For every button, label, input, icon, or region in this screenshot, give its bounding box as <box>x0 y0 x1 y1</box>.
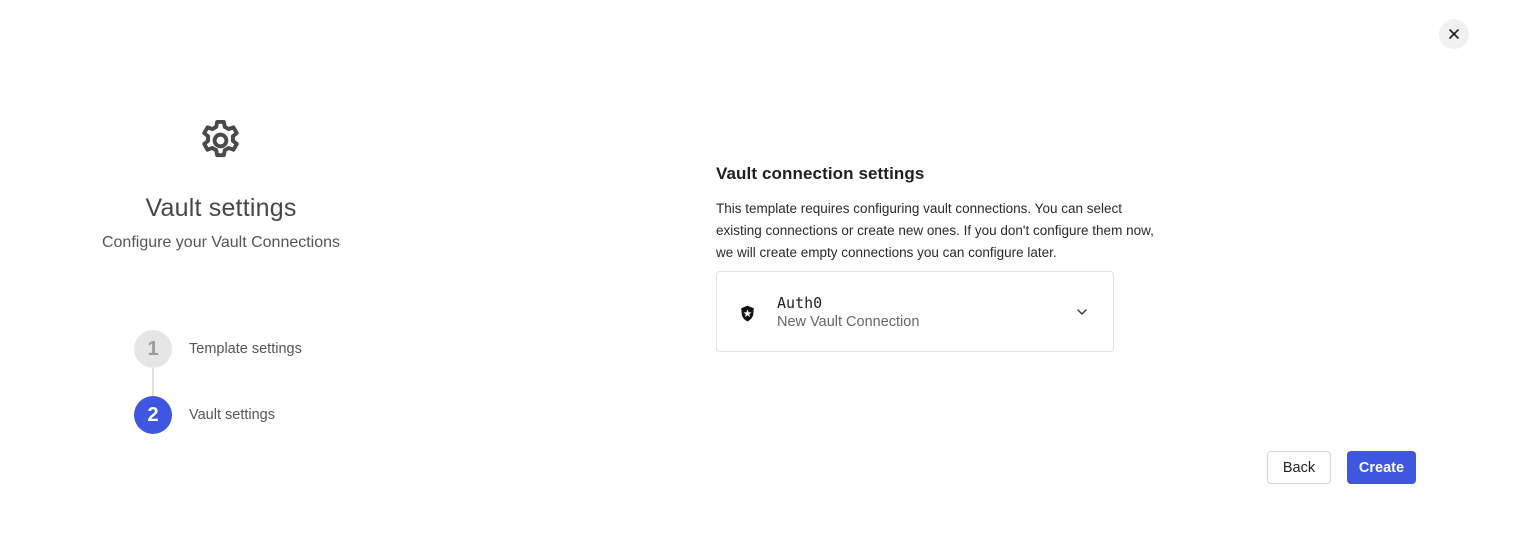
connection-name: Auth0 <box>777 294 823 312</box>
create-from-template-wizard: Vault settings Configure your Vault Conn… <box>0 0 1514 540</box>
connection-status: New Vault Connection <box>777 314 920 330</box>
close-button[interactable] <box>1439 19 1469 49</box>
section-description: This template requires configuring vault… <box>716 201 1154 260</box>
vault-connection-section: Vault connection settings This template … <box>716 162 1156 352</box>
wizard-sidebar: Vault settings Configure your Vault Conn… <box>40 0 402 540</box>
step-template-settings[interactable]: 1 Template settings <box>134 330 394 368</box>
vault-connection-item[interactable]: Auth0 New Vault Connection <box>716 271 1114 352</box>
close-icon <box>1449 29 1459 39</box>
step-number: 2 <box>134 396 172 434</box>
step-label: Template settings <box>189 341 302 357</box>
create-button[interactable]: Create <box>1347 451 1416 484</box>
page-title: Vault settings <box>145 194 297 222</box>
step-number: 1 <box>134 330 172 368</box>
page-subtitle: Configure your Vault Connections <box>101 234 341 251</box>
step-label: Vault settings <box>189 407 275 423</box>
shield-icon <box>741 305 754 322</box>
gear-icon <box>202 119 239 158</box>
step-vault-settings[interactable]: 2 Vault settings <box>134 396 394 434</box>
chevron-down-icon[interactable] <box>1076 306 1088 318</box>
back-button[interactable]: Back <box>1267 451 1331 484</box>
section-title: Vault connection settings <box>716 164 925 183</box>
stepper: 1 Template settings 2 Vault settings <box>134 330 394 434</box>
